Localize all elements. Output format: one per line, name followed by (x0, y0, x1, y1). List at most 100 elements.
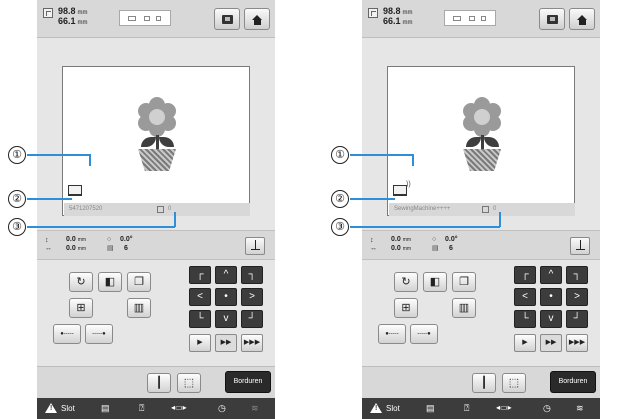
speed-medium-button[interactable]: ▶▶ (215, 334, 237, 352)
embroidery-frame-preview: 5471207520 0 (62, 66, 250, 216)
callout-line-1-left (27, 154, 90, 156)
position-arrows-icon: ↕ ↔ (370, 237, 377, 252)
frame-selector[interactable] (444, 10, 496, 26)
home-button[interactable] (569, 8, 595, 30)
status-bar: ↕ ↔ 0.0 mm 0.0 mm ○ ▤ 0.0° 6 (362, 230, 600, 260)
move-left-button[interactable]: < (514, 288, 536, 306)
move-center-button[interactable]: • (540, 288, 562, 306)
needle-change-button[interactable]: ┃ (472, 373, 496, 393)
callout-connector-3-left (174, 212, 176, 227)
move-down-left-button[interactable]: └ (514, 310, 536, 328)
machine-name: 5471207520 (69, 206, 103, 212)
rotate-button[interactable]: ↻ (69, 272, 93, 292)
size-icon (368, 8, 378, 18)
screen-left: 98.8 mm 66.1 mm 5471207520 0 ↕ ↔ 0.0 mm 0.0 (37, 0, 275, 419)
position-dpad: ┌ ^ ┐ < • > └ v ┘ (514, 266, 590, 330)
needle-position-button[interactable] (245, 237, 265, 255)
warning-icon (45, 403, 57, 413)
needle-count: 0 (493, 206, 497, 212)
frame-selector[interactable] (119, 10, 171, 26)
callout-line-3-right (350, 226, 500, 228)
duplicate-button[interactable]: ❐ (127, 272, 151, 292)
wireless-signal-icon: )) (406, 181, 411, 188)
stitch-start-button[interactable]: ●----- (53, 324, 81, 344)
move-down-right-button[interactable]: ┘ (241, 310, 263, 328)
move-up-button[interactable]: ^ (540, 266, 562, 284)
size-icon (43, 8, 53, 18)
needle-change-button[interactable]: ┃ (147, 373, 171, 393)
thread-count-icon: ▤ (432, 245, 439, 252)
needle-count: 0 (168, 206, 172, 212)
speed-fast-button[interactable]: ▶▶▶ (566, 334, 588, 352)
edit-controls: ↻ ◧ ❐ ⊞ ▥ ●----- -----● ┌ ^ ┐ < • > └ v … (37, 262, 275, 366)
screen-right: 98.8 mm 66.1 mm )) SewingMachine++++ 0 ↕ ↔ (362, 0, 600, 419)
embroider-button[interactable]: Borduren (550, 371, 596, 393)
wifi-icon[interactable]: ≋ (576, 402, 584, 414)
top-bar: 98.8 mm 66.1 mm (362, 0, 600, 38)
move-up-right-button[interactable]: ┐ (566, 266, 588, 284)
machine-connection-icon (68, 185, 82, 197)
speed-slow-button[interactable]: ▶ (514, 334, 536, 352)
image-icon (547, 15, 558, 24)
move-up-left-button[interactable]: ┌ (189, 266, 211, 284)
stitch-end-button[interactable]: -----● (410, 324, 438, 344)
duplicate-button[interactable]: ❐ (452, 272, 476, 292)
move-center-button[interactable]: • (215, 288, 237, 306)
position-x: 0.0 mm (391, 236, 412, 243)
footer-bar: Slot ▤ ⍰ ◂▭▸ ◷ ≋ (37, 398, 275, 419)
move-down-button[interactable]: v (540, 310, 562, 328)
mirror-button[interactable]: ◧ (423, 272, 447, 292)
stitch-start-button[interactable]: ●----- (378, 324, 406, 344)
canvas-area: )) SewingMachine++++ 0 (362, 38, 600, 228)
clock-icon[interactable]: ◷ (543, 402, 551, 414)
design-height: 66.1 mm (383, 16, 413, 26)
move-right-button[interactable]: > (566, 288, 588, 306)
mirror-button[interactable]: ◧ (98, 272, 122, 292)
move-down-left-button[interactable]: └ (189, 310, 211, 328)
image-view-button[interactable] (214, 8, 240, 30)
move-left-button[interactable]: < (189, 288, 211, 306)
needle-position-button[interactable] (570, 237, 590, 255)
trial-button[interactable]: ⬚ (502, 373, 526, 393)
document-icon[interactable]: ▤ (426, 402, 435, 414)
speed-slow-button[interactable]: ▶ (189, 334, 211, 352)
rotate-icon: ↻ (76, 276, 86, 288)
move-up-button[interactable]: ^ (215, 266, 237, 284)
delete-button[interactable]: ▥ (452, 298, 476, 318)
bobbin-icon[interactable]: ◂▭▸ (496, 402, 512, 414)
image-view-button[interactable] (539, 8, 565, 30)
home-button[interactable] (244, 8, 270, 30)
embroidery-frame-preview: )) SewingMachine++++ 0 (387, 66, 575, 216)
move-right-button[interactable]: > (241, 288, 263, 306)
move-down-button[interactable]: v (215, 310, 237, 328)
center-button[interactable]: ⊞ (69, 298, 93, 318)
stitch-end-button[interactable]: -----● (85, 324, 113, 344)
machine-connection-icon (393, 185, 407, 197)
status-bar: ↕ ↔ 0.0 mm 0.0 mm ○ ▤ 0.0° 6 (37, 230, 275, 260)
delete-button[interactable]: ▥ (127, 298, 151, 318)
move-up-left-button[interactable]: ┌ (514, 266, 536, 284)
speed-fast-button[interactable]: ▶▶▶ (241, 334, 263, 352)
bobbin-icon[interactable]: ◂▭▸ (171, 402, 187, 414)
wifi-icon[interactable]: ≋ (251, 402, 259, 414)
rotate-icon: ↻ (401, 276, 411, 288)
move-up-right-button[interactable]: ┐ (241, 266, 263, 284)
home-icon (577, 15, 588, 25)
document-icon[interactable]: ▤ (101, 402, 110, 414)
clock-icon[interactable]: ◷ (218, 402, 226, 414)
speed-medium-button[interactable]: ▶▶ (540, 334, 562, 352)
rotation-angle: 0.0° (445, 236, 458, 243)
color-count: 6 (124, 245, 128, 252)
callout-1-left: ① (8, 146, 26, 164)
callout-3-left: ③ (8, 218, 26, 236)
trial-button[interactable]: ⬚ (177, 373, 201, 393)
move-down-right-button[interactable]: ┘ (566, 310, 588, 328)
position-y: 0.0 mm (66, 245, 87, 252)
rotate-button[interactable]: ↻ (394, 272, 418, 292)
position-dpad: ┌ ^ ┐ < • > └ v ┘ (189, 266, 265, 330)
center-button[interactable]: ⊞ (394, 298, 418, 318)
help-icon[interactable]: ⍰ (139, 402, 144, 414)
home-icon (252, 15, 263, 25)
help-icon[interactable]: ⍰ (464, 402, 469, 414)
embroider-button[interactable]: Borduren (225, 371, 271, 393)
